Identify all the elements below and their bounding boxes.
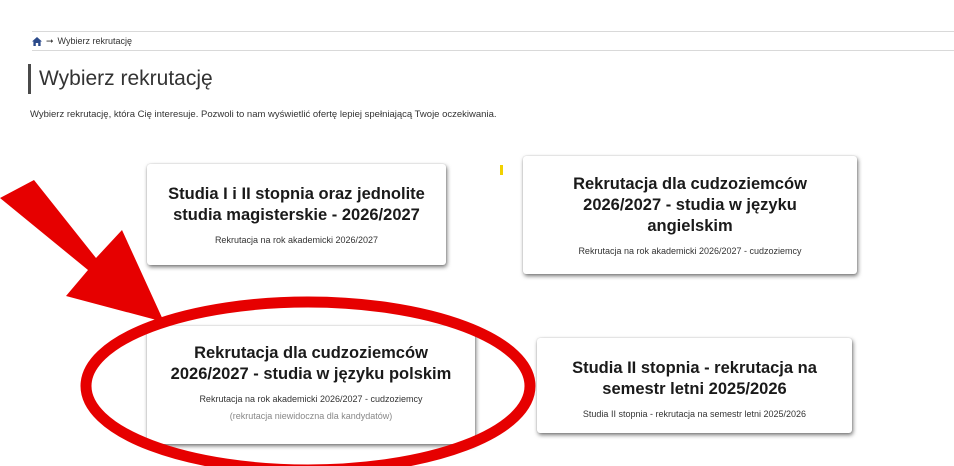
recruitment-card-studia-i-ii[interactable]: Studia I i II stopnia oraz jednolite stu…: [147, 164, 446, 265]
card-subtitle: Studia II stopnia - rekrutacja na semest…: [582, 409, 807, 419]
card-title-line: studia magisterskie - 2026/2027: [173, 206, 420, 224]
card-title-line: 2026/2027 - studia w języku polskim: [170, 365, 452, 383]
intro-text: Wybierz rekrutację, która Cię interesuje…: [30, 109, 497, 120]
card-title-line: 2026/2027 - studia w języku: [583, 196, 797, 214]
card-visibility-note: (rekrutacja niewidoczna dla kandydatów): [229, 411, 393, 421]
recruitment-card-foreigners-english[interactable]: Rekrutacja dla cudzoziemców 2026/2027 - …: [523, 156, 857, 274]
card-title-line: Rekrutacja dla cudzoziemców: [573, 175, 807, 193]
card-title-line: semestr letni 2025/2026: [602, 380, 787, 398]
card-title-line: Studia I i II stopnia oraz jednolite: [168, 185, 425, 203]
card-title-line: Rekrutacja dla cudzoziemców: [194, 344, 428, 362]
card-title-line: angielskim: [647, 217, 733, 235]
red-arrow-icon: [0, 180, 164, 322]
breadcrumb: ➞ Wybierz rekrutację: [32, 31, 954, 51]
arrow-right-icon: ➞: [46, 35, 54, 46]
card-title-line: Studia II stopnia - rekrutacja na: [572, 359, 817, 377]
card-subtitle: Rekrutacja na rok akademicki 2026/2027 -…: [199, 394, 423, 404]
yellow-marker: [500, 165, 503, 175]
card-subtitle: Rekrutacja na rok akademicki 2026/2027: [214, 235, 379, 245]
card-subtitle: Rekrutacja na rok akademicki 2026/2027 -…: [578, 246, 802, 256]
page-title: Wybierz rekrutację: [28, 64, 213, 94]
breadcrumb-current: Wybierz rekrutację: [57, 36, 132, 46]
recruitment-card-studia-ii-letni[interactable]: Studia II stopnia - rekrutacja na semest…: [537, 338, 852, 433]
recruitment-card-foreigners-polish[interactable]: Rekrutacja dla cudzoziemców 2026/2027 - …: [147, 326, 475, 444]
home-icon[interactable]: [32, 36, 42, 46]
